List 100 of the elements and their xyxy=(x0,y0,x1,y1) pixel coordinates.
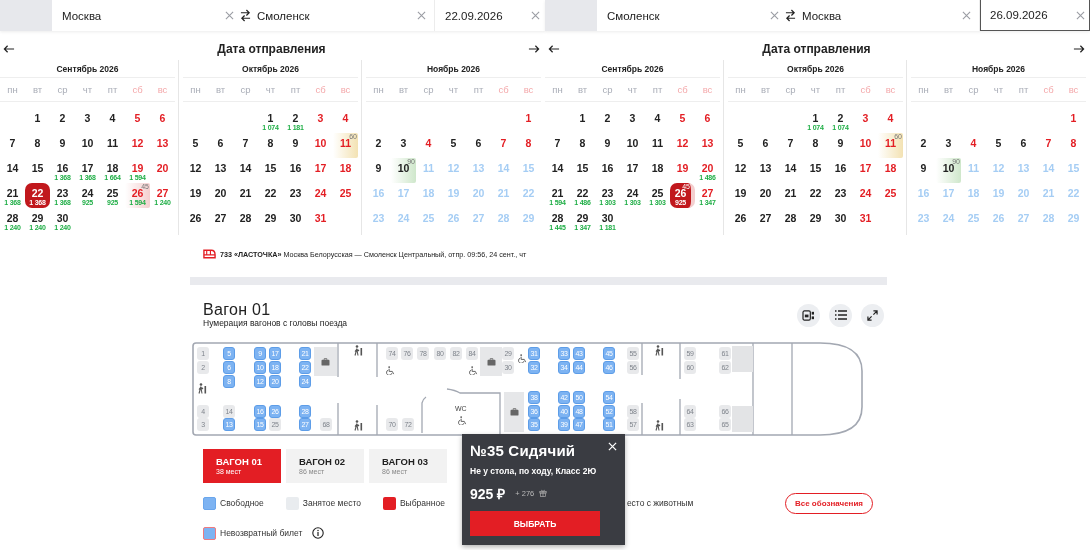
list-view-button[interactable] xyxy=(829,303,852,327)
calendar-day[interactable]: 5 xyxy=(986,133,1011,158)
calendar-day[interactable]: 7 xyxy=(545,133,570,158)
calendar-day[interactable]: 10 xyxy=(853,133,878,158)
arrow-left-icon[interactable] xyxy=(3,44,15,54)
calendar-day[interactable]: 9 xyxy=(366,158,391,183)
calendar-day[interactable]: 2 xyxy=(595,108,620,133)
calendar-day[interactable]: 5 xyxy=(183,133,208,158)
calendar-day[interactable]: 7 xyxy=(0,133,25,158)
calendar-day[interactable]: 16 xyxy=(595,158,620,183)
calendar-day[interactable]: 5 xyxy=(670,108,695,133)
to-field[interactable]: Москва xyxy=(799,0,980,31)
calendar-day[interactable]: 4 xyxy=(961,133,986,158)
calendar-day[interactable]: 18 xyxy=(333,158,358,183)
calendar-day[interactable]: 23 xyxy=(283,183,308,208)
calendar-day[interactable]: 16 xyxy=(283,158,308,183)
calendar-day[interactable]: 9 xyxy=(595,133,620,158)
calendar-day[interactable]: 11 xyxy=(645,133,670,158)
calendar-day[interactable]: 8 xyxy=(570,133,595,158)
calendar-day[interactable]: 7 xyxy=(778,133,803,158)
from-field[interactable]: Москва xyxy=(52,0,238,31)
calendar-day[interactable]: 9 xyxy=(828,133,853,158)
clear-icon[interactable] xyxy=(770,11,779,20)
calendar-day[interactable]: 23 xyxy=(828,183,853,208)
calendar-day[interactable]: 16 xyxy=(828,158,853,183)
calendar-day[interactable]: 14 xyxy=(778,158,803,183)
calendar-day[interactable]: 26 xyxy=(183,208,208,233)
calendar-day[interactable]: 6 xyxy=(753,133,778,158)
calendar-day[interactable]: 3 xyxy=(853,108,878,133)
calendar-day[interactable]: 19 xyxy=(728,183,753,208)
calendar-day[interactable]: 3 xyxy=(75,108,100,133)
calendar-day[interactable]: 4 xyxy=(878,108,903,133)
calendar-day[interactable]: 10 xyxy=(308,133,333,158)
calendar-day[interactable]: 25 xyxy=(333,183,358,208)
calendar-day[interactable]: 6 xyxy=(695,108,720,133)
calendar-day[interactable]: 6 xyxy=(466,133,491,158)
calendar-day[interactable]: 12 xyxy=(183,158,208,183)
calendar-day[interactable]: 3 xyxy=(308,108,333,133)
calendar-day[interactable]: 9 xyxy=(283,133,308,158)
calendar-day[interactable]: 30 xyxy=(828,208,853,233)
calendar-day[interactable]: 28 xyxy=(778,208,803,233)
calendar-day[interactable]: 8 xyxy=(25,133,50,158)
calendar-day[interactable]: 12 xyxy=(728,158,753,183)
date-field[interactable]: 22.09.2026 xyxy=(435,0,545,31)
calendar-day[interactable]: 1 xyxy=(25,108,50,133)
calendar-day[interactable]: 7 xyxy=(491,133,516,158)
calendar-day[interactable]: 21 xyxy=(778,183,803,208)
calendar-day[interactable]: 10 xyxy=(620,133,645,158)
calendar-day[interactable]: 3 xyxy=(936,133,961,158)
calendar-day[interactable]: 4 xyxy=(645,108,670,133)
scheme-view-button[interactable] xyxy=(797,303,820,327)
calendar-day[interactable]: 4 xyxy=(333,108,358,133)
calendar-day[interactable]: 13 xyxy=(695,133,720,158)
calendar-day[interactable]: 19 xyxy=(183,183,208,208)
calendar-day[interactable]: 12 xyxy=(125,133,150,158)
calendar-day[interactable]: 27 xyxy=(208,208,233,233)
info-icon[interactable] xyxy=(312,527,325,539)
clear-icon[interactable] xyxy=(417,11,426,20)
calendar-day[interactable]: 6 xyxy=(1011,133,1036,158)
clear-icon[interactable] xyxy=(531,11,540,20)
calendar-day[interactable]: 8 xyxy=(803,133,828,158)
arrow-right-icon[interactable] xyxy=(1073,44,1085,54)
calendar-day[interactable]: 31 xyxy=(308,208,333,233)
calendar-day[interactable]: 15 xyxy=(25,158,50,183)
calendar-day[interactable]: 18 xyxy=(645,158,670,183)
calendar-day[interactable]: 29 xyxy=(258,208,283,233)
close-icon[interactable] xyxy=(608,442,617,451)
calendar-day[interactable]: 19 xyxy=(670,158,695,183)
calendar-day[interactable]: 30 xyxy=(283,208,308,233)
calendar-day[interactable]: 4 xyxy=(100,108,125,133)
calendar-day[interactable]: 2 xyxy=(366,133,391,158)
date-field[interactable]: 26.09.2026 xyxy=(980,0,1090,31)
calendar-day[interactable]: 20 xyxy=(208,183,233,208)
calendar-day[interactable]: 3 xyxy=(391,133,416,158)
calendar-day[interactable]: 1 xyxy=(570,108,595,133)
calendar-day[interactable]: 17 xyxy=(308,158,333,183)
swap-icon[interactable] xyxy=(240,9,251,22)
calendar-day[interactable]: 8 xyxy=(258,133,283,158)
calendar-day[interactable]: 22 xyxy=(258,183,283,208)
calendar-day[interactable]: 9 xyxy=(50,133,75,158)
calendar-day[interactable]: 4 xyxy=(416,133,441,158)
calendar-day[interactable]: 22 xyxy=(803,183,828,208)
calendar-day[interactable]: 5 xyxy=(728,133,753,158)
calendar-day[interactable]: 2 xyxy=(50,108,75,133)
calendar-day[interactable]: 14 xyxy=(233,158,258,183)
calendar-day[interactable]: 27 xyxy=(753,208,778,233)
select-button[interactable]: ВЫБРАТЬ xyxy=(470,511,600,536)
calendar-day[interactable]: 10 xyxy=(75,133,100,158)
calendar-day[interactable]: 9 xyxy=(911,158,936,183)
calendar-day[interactable]: 5 xyxy=(125,108,150,133)
calendar-day[interactable]: 7 xyxy=(233,133,258,158)
fullscreen-button[interactable] xyxy=(861,303,884,327)
calendar-day[interactable]: 6 xyxy=(208,133,233,158)
calendar-day[interactable]: 17 xyxy=(853,158,878,183)
calendar-day[interactable]: 15 xyxy=(803,158,828,183)
calendar-day[interactable]: 21 xyxy=(233,183,258,208)
clear-icon[interactable] xyxy=(962,11,971,20)
calendar-day[interactable]: 13 xyxy=(150,133,175,158)
calendar-day[interactable]: 8 xyxy=(516,133,541,158)
calendar-day[interactable]: 1 xyxy=(1061,108,1086,133)
